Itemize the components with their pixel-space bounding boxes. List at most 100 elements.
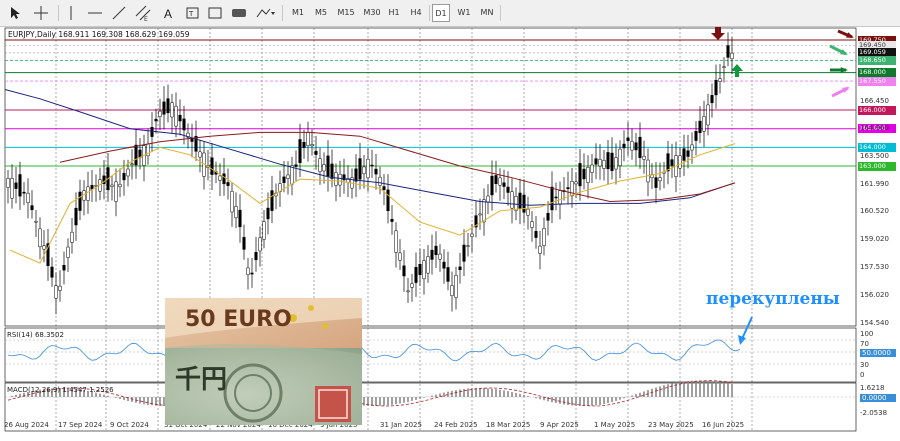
macd-bar <box>535 397 537 399</box>
candle-body <box>306 132 310 147</box>
candle-body <box>486 195 490 203</box>
macd-bar <box>495 389 497 397</box>
chart-canvas[interactable] <box>0 27 900 441</box>
candle-body <box>266 207 270 220</box>
rectangle-icon[interactable] <box>206 4 224 22</box>
candle-body <box>6 178 10 188</box>
macd-bar <box>663 385 665 397</box>
price-axis-tick: 159.020 <box>860 235 889 244</box>
label-icon[interactable]: T <box>184 4 202 22</box>
macd-bar <box>683 381 685 397</box>
candle-body <box>478 213 482 216</box>
chart-window[interactable] <box>0 27 900 441</box>
tf-h4[interactable]: H4 <box>406 4 426 22</box>
text-icon[interactable]: A <box>160 4 178 22</box>
candle-body <box>50 266 54 278</box>
candle-body <box>638 136 642 158</box>
candle-body <box>698 120 702 134</box>
candle-body <box>362 166 366 175</box>
candle-body <box>554 196 558 199</box>
candle-body <box>574 181 578 185</box>
macd-bar <box>103 394 105 397</box>
vertical-line-icon[interactable] <box>62 4 80 22</box>
toolbar: E A T M1 M5 M15 M30 H1 H4 D1 W1 MN <box>0 0 900 27</box>
candle-body <box>30 205 34 211</box>
price-level-label: 167.550 <box>858 76 896 86</box>
candle-body <box>622 143 626 149</box>
channel-icon[interactable]: E <box>134 4 152 23</box>
tf-d1[interactable]: D1 <box>432 4 450 22</box>
candle-body <box>210 157 214 175</box>
trendline-icon[interactable] <box>110 4 128 22</box>
tf-m5[interactable]: M5 <box>311 4 331 22</box>
candle-body <box>614 157 618 170</box>
candle-body <box>402 265 406 277</box>
price-level-label: 163.000 <box>858 161 896 171</box>
candle-body <box>506 186 510 193</box>
date-axis-tick: 18 Mar 2025 <box>486 421 531 429</box>
candle-body <box>238 209 242 228</box>
tf-m30[interactable]: M30 <box>360 4 384 22</box>
tf-m1[interactable]: M1 <box>288 4 308 22</box>
macd-histogram <box>11 380 733 406</box>
candle-body <box>670 159 674 166</box>
price-level-label: 168.650 <box>858 56 896 66</box>
candle-body <box>162 101 166 115</box>
candle-body <box>566 187 570 190</box>
macd-bar <box>547 397 549 402</box>
candle-body <box>494 175 498 184</box>
candle-body <box>302 141 306 148</box>
shapes-menu-icon[interactable] <box>254 4 275 22</box>
macd-bar <box>623 397 625 399</box>
macd-bar <box>11 395 13 397</box>
macd-bar <box>507 391 509 397</box>
candle-body <box>578 163 582 187</box>
candle-body <box>338 173 342 186</box>
macd-bar <box>707 380 709 397</box>
candle-body <box>370 164 374 167</box>
candle-body <box>706 104 710 126</box>
candle-body <box>86 186 90 201</box>
candle-body <box>118 183 122 188</box>
objects-icon[interactable] <box>230 4 248 22</box>
date-axis-tick: 1 May 2025 <box>594 421 636 429</box>
candle-body <box>534 230 538 238</box>
macd-bar <box>99 393 101 397</box>
cursor-icon[interactable] <box>6 4 24 22</box>
candle-body <box>170 102 174 118</box>
tf-h1[interactable]: H1 <box>385 4 403 22</box>
macd-bar <box>599 397 601 405</box>
macd-bar <box>395 397 397 405</box>
macd-bar <box>567 397 569 405</box>
crosshair-icon[interactable] <box>32 4 50 22</box>
macd-bar <box>403 397 405 403</box>
overbought-annotation: перекуплены <box>706 289 840 309</box>
macd-bar <box>699 380 701 397</box>
tf-w1[interactable]: W1 <box>454 4 474 22</box>
macd-bar <box>435 394 437 397</box>
price-level-label: 164.000 <box>858 142 896 152</box>
macd-bar <box>515 392 517 397</box>
candle-body <box>426 256 430 274</box>
tf-m15[interactable]: M15 <box>334 4 358 22</box>
macd-bar <box>383 397 385 406</box>
macd-bar <box>695 380 697 397</box>
candle-body <box>14 182 18 189</box>
tf-mn[interactable]: MN <box>477 4 497 22</box>
macd-bar <box>615 397 617 401</box>
candle-body <box>122 172 126 181</box>
macd-bar <box>467 388 469 397</box>
candle-body <box>586 166 590 183</box>
macd-bar <box>19 393 21 397</box>
candle-body <box>558 190 562 205</box>
candle-body <box>126 168 130 177</box>
horizontal-line-icon[interactable] <box>86 4 104 22</box>
candle-body <box>618 148 622 166</box>
macd-level-high: 1.6218 <box>860 384 885 392</box>
candle-body <box>174 105 178 127</box>
macd-bar <box>635 394 637 397</box>
macd-bar <box>687 380 689 397</box>
candle-body <box>510 191 514 209</box>
price-axis-tick: 160.520 <box>860 207 889 216</box>
macd-bar <box>123 397 125 400</box>
